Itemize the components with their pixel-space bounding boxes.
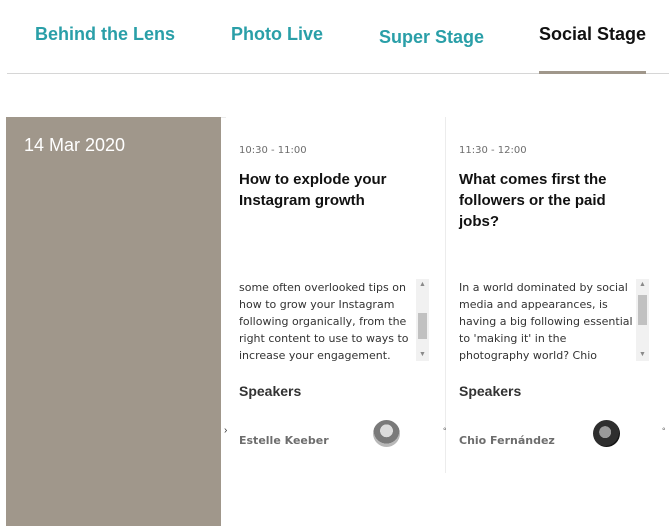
session-card: 10:30 - 11:00 How to explode your Instag… (226, 117, 445, 526)
session-title: What comes first the followers or the pa… (459, 171, 607, 230)
session-description-box[interactable]: some often overlooked tips on how to gro… (239, 279, 429, 361)
session-time: 11:30 - 12:00 (459, 145, 527, 156)
session-description: some often overlooked tips on how to gro… (239, 281, 409, 361)
scrollbar-thumb[interactable] (638, 295, 647, 325)
avatar[interactable] (593, 420, 620, 447)
stage-tabs: Behind the Lens Photo Live Super Stage S… (0, 0, 669, 74)
description-scrollbar[interactable]: ▲ ▼ (416, 279, 429, 361)
dot-icon: ◦ (662, 424, 666, 435)
dot-icon: ◦ (443, 424, 447, 435)
session-title: How to explode your Instagram growth (239, 171, 387, 209)
scroll-down-icon[interactable]: ▼ (636, 349, 649, 361)
session-card: 11:30 - 12:00 What comes first the follo… (446, 117, 669, 526)
date-panel: 14 Mar 2020 (6, 117, 221, 526)
scroll-up-icon[interactable]: ▲ (416, 279, 429, 291)
description-scrollbar[interactable]: ▲ ▼ (636, 279, 649, 361)
scrollbar-thumb[interactable] (418, 313, 427, 339)
scroll-up-icon[interactable]: ▲ (636, 279, 649, 291)
tab-social-stage[interactable]: Social Stage (539, 24, 646, 45)
chevron-right-icon[interactable]: › (224, 425, 227, 436)
active-tab-indicator (539, 71, 646, 74)
tab-photo-live[interactable]: Photo Live (231, 24, 323, 45)
scroll-down-icon[interactable]: ▼ (416, 349, 429, 361)
tab-behind-the-lens[interactable]: Behind the Lens (35, 24, 175, 45)
schedule-date: 14 Mar 2020 (24, 135, 126, 155)
speakers-heading: Speakers (459, 383, 522, 399)
session-description: In a world dominated by social media and… (459, 281, 633, 361)
speaker-name[interactable]: Estelle Keeber (239, 434, 329, 447)
avatar[interactable] (373, 420, 400, 447)
speaker-name[interactable]: Chio Fernández (459, 434, 555, 447)
session-time: 10:30 - 11:00 (239, 145, 307, 156)
tab-super-stage[interactable]: Super Stage (379, 27, 484, 48)
speakers-heading: Speakers (239, 383, 302, 399)
session-description-box[interactable]: In a world dominated by social media and… (459, 279, 649, 361)
